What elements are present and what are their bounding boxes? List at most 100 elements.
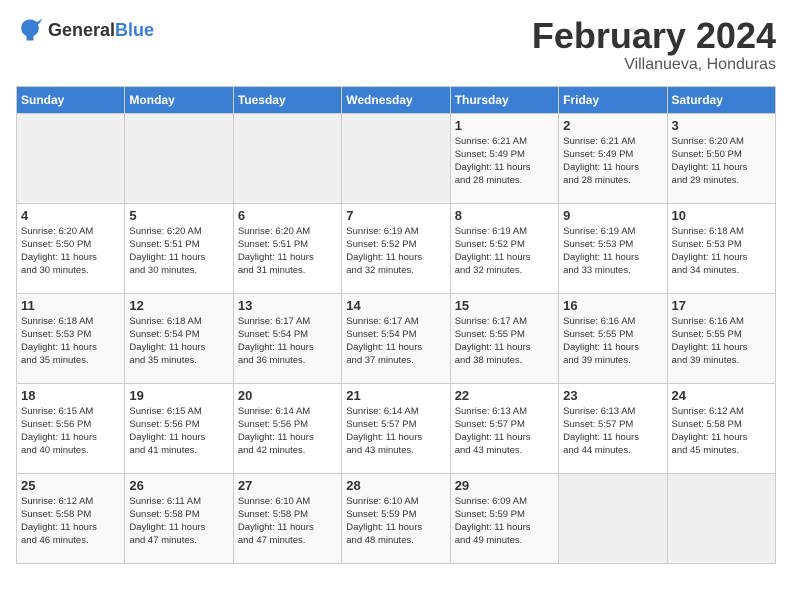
day-info: Sunrise: 6:15 AMSunset: 5:56 PMDaylight:… (129, 405, 228, 458)
calendar-cell: 5Sunrise: 6:20 AMSunset: 5:51 PMDaylight… (125, 203, 233, 293)
day-number: 28 (346, 478, 445, 493)
day-number: 16 (563, 298, 662, 313)
calendar-week-row: 1 Sunrise: 6:21 AMSunset: 5:49 PMDaylight… (17, 113, 776, 203)
day-info: Sunrise: 6:12 AMSunset: 5:58 PMDaylight:… (21, 495, 120, 548)
calendar-cell: 22Sunrise: 6:13 AMSunset: 5:57 PMDayligh… (450, 383, 558, 473)
day-number: 26 (129, 478, 228, 493)
day-info: Sunrise: 6:12 AMSunset: 5:58 PMDaylight:… (672, 405, 771, 458)
day-info: Sunrise: 6:16 AMSunset: 5:55 PMDaylight:… (672, 315, 771, 368)
day-number: 1 (455, 118, 554, 133)
calendar-cell (125, 113, 233, 203)
day-info: Sunrise: 6:13 AMSunset: 5:57 PMDaylight:… (563, 405, 662, 458)
calendar-cell: 29 Sunrise: 6:09 AMSunset: 5:59 PMDayligh… (450, 473, 558, 563)
calendar-cell: 27 Sunrise: 6:10 AMSunset: 5:58 PMDayligh… (233, 473, 341, 563)
day-number: 24 (672, 388, 771, 403)
day-number: 15 (455, 298, 554, 313)
calendar-week-row: 18 Sunrise: 6:15 AMSunset: 5:56 PMDayligh… (17, 383, 776, 473)
calendar-week-row: 25 Sunrise: 6:12 AMSunset: 5:58 PMDayligh… (17, 473, 776, 563)
day-info: Sunrise: 6:13 AMSunset: 5:57 PMDaylight:… (455, 405, 554, 458)
day-number: 7 (346, 208, 445, 223)
day-info: Sunrise: 6:10 AMSunset: 5:59 PMDaylight:… (346, 495, 445, 548)
day-number: 11 (21, 298, 120, 313)
day-number: 25 (21, 478, 120, 493)
day-number: 3 (672, 118, 771, 133)
day-info: Sunrise: 6:21 AMSunset: 5:49 PMDaylight:… (455, 135, 554, 188)
calendar-cell: 15 Sunrise: 6:17 AMSunset: 5:55 PMDayligh… (450, 293, 558, 383)
col-header-monday: Monday (125, 86, 233, 113)
day-number: 13 (238, 298, 337, 313)
calendar-cell: 4Sunrise: 6:20 AMSunset: 5:50 PMDaylight… (17, 203, 125, 293)
calendar-cell: 2 Sunrise: 6:21 AMSunset: 5:49 PMDaylight… (559, 113, 667, 203)
calendar-cell (17, 113, 125, 203)
day-number: 23 (563, 388, 662, 403)
calendar-header-row: SundayMondayTuesdayWednesdayThursdayFrid… (17, 86, 776, 113)
day-info: Sunrise: 6:17 AMSunset: 5:54 PMDaylight:… (238, 315, 337, 368)
calendar-cell (667, 473, 775, 563)
title-area: February 2024 Villanueva, Honduras (532, 16, 776, 74)
calendar-cell: 18 Sunrise: 6:15 AMSunset: 5:56 PMDayligh… (17, 383, 125, 473)
day-info: Sunrise: 6:10 AMSunset: 5:58 PMDaylight:… (238, 495, 337, 548)
col-header-wednesday: Wednesday (342, 86, 450, 113)
calendar-cell: 3Sunrise: 6:20 AMSunset: 5:50 PMDaylight… (667, 113, 775, 203)
day-info: Sunrise: 6:18 AMSunset: 5:53 PMDaylight:… (672, 225, 771, 278)
calendar-cell: 12 Sunrise: 6:18 AMSunset: 5:54 PMDayligh… (125, 293, 233, 383)
day-info: Sunrise: 6:19 AMSunset: 5:53 PMDaylight:… (563, 225, 662, 278)
day-info: Sunrise: 6:20 AMSunset: 5:51 PMDaylight:… (238, 225, 337, 278)
day-number: 5 (129, 208, 228, 223)
day-info: Sunrise: 6:15 AMSunset: 5:56 PMDaylight:… (21, 405, 120, 458)
calendar-cell: 23 Sunrise: 6:13 AMSunset: 5:57 PMDayligh… (559, 383, 667, 473)
calendar-cell (233, 113, 341, 203)
day-info: Sunrise: 6:09 AMSunset: 5:59 PMDaylight:… (455, 495, 554, 548)
day-number: 4 (21, 208, 120, 223)
month-title: February 2024 (532, 16, 776, 56)
day-info: Sunrise: 6:17 AMSunset: 5:55 PMDaylight:… (455, 315, 554, 368)
calendar-cell: 28 Sunrise: 6:10 AMSunset: 5:59 PMDayligh… (342, 473, 450, 563)
day-number: 2 (563, 118, 662, 133)
day-number: 18 (21, 388, 120, 403)
calendar-cell: 1 Sunrise: 6:21 AMSunset: 5:49 PMDaylight… (450, 113, 558, 203)
day-info: Sunrise: 6:19 AMSunset: 5:52 PMDaylight:… (346, 225, 445, 278)
logo-text: General Blue (48, 21, 154, 39)
day-info: Sunrise: 6:18 AMSunset: 5:53 PMDaylight:… (21, 315, 120, 368)
col-header-thursday: Thursday (450, 86, 558, 113)
calendar-week-row: 4Sunrise: 6:20 AMSunset: 5:50 PMDaylight… (17, 203, 776, 293)
calendar-cell: 20 Sunrise: 6:14 AMSunset: 5:56 PMDayligh… (233, 383, 341, 473)
day-number: 14 (346, 298, 445, 313)
day-number: 20 (238, 388, 337, 403)
calendar-cell: 6 Sunrise: 6:20 AMSunset: 5:51 PMDaylight… (233, 203, 341, 293)
day-info: Sunrise: 6:16 AMSunset: 5:55 PMDaylight:… (563, 315, 662, 368)
day-info: Sunrise: 6:19 AMSunset: 5:52 PMDaylight:… (455, 225, 554, 278)
calendar-cell: 14 Sunrise: 6:17 AMSunset: 5:54 PMDayligh… (342, 293, 450, 383)
day-info: Sunrise: 6:18 AMSunset: 5:54 PMDaylight:… (129, 315, 228, 368)
day-info: Sunrise: 6:17 AMSunset: 5:54 PMDaylight:… (346, 315, 445, 368)
logo-icon (16, 16, 44, 44)
logo-blue: Blue (115, 21, 154, 39)
day-number: 29 (455, 478, 554, 493)
day-number: 27 (238, 478, 337, 493)
day-info: Sunrise: 6:21 AMSunset: 5:49 PMDaylight:… (563, 135, 662, 188)
calendar-cell: 9 Sunrise: 6:19 AMSunset: 5:53 PMDaylight… (559, 203, 667, 293)
col-header-friday: Friday (559, 86, 667, 113)
calendar-table: SundayMondayTuesdayWednesdayThursdayFrid… (16, 86, 776, 564)
calendar-cell: 13 Sunrise: 6:17 AMSunset: 5:54 PMDayligh… (233, 293, 341, 383)
day-number: 21 (346, 388, 445, 403)
page-header: General Blue February 2024 Villanueva, H… (16, 16, 776, 74)
day-number: 6 (238, 208, 337, 223)
logo-general: General (48, 21, 115, 39)
day-number: 9 (563, 208, 662, 223)
calendar-cell (559, 473, 667, 563)
day-number: 12 (129, 298, 228, 313)
calendar-cell: 26 Sunrise: 6:11 AMSunset: 5:58 PMDayligh… (125, 473, 233, 563)
calendar-cell: 11 Sunrise: 6:18 AMSunset: 5:53 PMDayligh… (17, 293, 125, 383)
calendar-cell: 7 Sunrise: 6:19 AMSunset: 5:52 PMDaylight… (342, 203, 450, 293)
location-subtitle: Villanueva, Honduras (532, 56, 776, 74)
logo: General Blue (16, 16, 154, 44)
day-info: Sunrise: 6:14 AMSunset: 5:56 PMDaylight:… (238, 405, 337, 458)
day-number: 19 (129, 388, 228, 403)
calendar-cell: 10Sunrise: 6:18 AMSunset: 5:53 PMDayligh… (667, 203, 775, 293)
day-info: Sunrise: 6:11 AMSunset: 5:58 PMDaylight:… (129, 495, 228, 548)
calendar-cell: 25 Sunrise: 6:12 AMSunset: 5:58 PMDayligh… (17, 473, 125, 563)
calendar-cell (342, 113, 450, 203)
calendar-cell: 21Sunrise: 6:14 AMSunset: 5:57 PMDayligh… (342, 383, 450, 473)
col-header-saturday: Saturday (667, 86, 775, 113)
